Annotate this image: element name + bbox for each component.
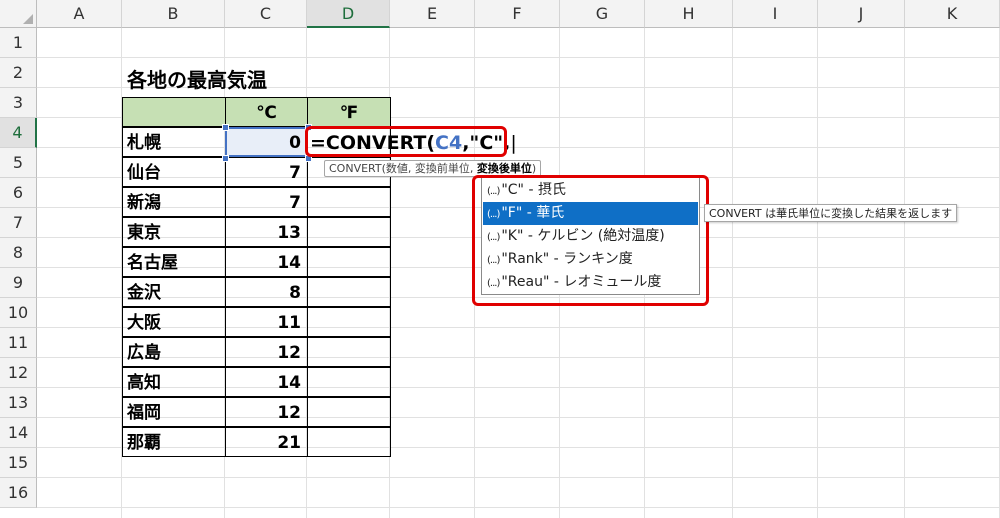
city-cell[interactable]: 広島: [122, 337, 226, 367]
header-cell-celsius[interactable]: ℃: [225, 97, 308, 127]
temp-celsius-cell[interactable]: 7: [225, 187, 308, 217]
row-header-14[interactable]: 14: [0, 418, 37, 448]
gridline-horizontal: [37, 507, 1000, 508]
temp-fahrenheit-cell[interactable]: [307, 247, 391, 277]
temp-fahrenheit-cell[interactable]: [307, 397, 391, 427]
temp-celsius-cell[interactable]: 0: [225, 127, 308, 157]
column-header-h[interactable]: H: [645, 0, 733, 28]
select-all-corner[interactable]: [0, 0, 37, 28]
row-header-2[interactable]: 2: [0, 58, 37, 88]
dropdown-highlight-box: [472, 175, 709, 306]
city-cell[interactable]: 仙台: [122, 157, 226, 187]
row-header-3[interactable]: 3: [0, 88, 37, 118]
temp-celsius-cell[interactable]: 13: [225, 217, 308, 247]
gridline-horizontal: [37, 57, 1000, 58]
row-header-4[interactable]: 4: [0, 118, 37, 148]
temp-fahrenheit-cell[interactable]: [307, 427, 391, 457]
column-header-j[interactable]: J: [818, 0, 905, 28]
selection-handle[interactable]: [222, 124, 229, 131]
temp-fahrenheit-cell[interactable]: [307, 217, 391, 247]
column-header-g[interactable]: G: [560, 0, 645, 28]
gridline-horizontal: [37, 477, 1000, 478]
column-header-c[interactable]: C: [225, 0, 307, 28]
temp-celsius-cell[interactable]: 8: [225, 277, 308, 307]
row-header-8[interactable]: 8: [0, 238, 37, 268]
column-header-a[interactable]: A: [37, 0, 122, 28]
row-header-6[interactable]: 6: [0, 178, 37, 208]
row-header-10[interactable]: 10: [0, 298, 37, 328]
row-header-5[interactable]: 5: [0, 148, 37, 178]
city-cell[interactable]: 金沢: [122, 277, 226, 307]
city-cell[interactable]: 福岡: [122, 397, 226, 427]
row-header-16[interactable]: 16: [0, 478, 37, 508]
row-header-11[interactable]: 11: [0, 328, 37, 358]
row-header-13[interactable]: 13: [0, 388, 37, 418]
selection-handle[interactable]: [222, 155, 229, 162]
temp-celsius-cell[interactable]: 14: [225, 247, 308, 277]
row-header-15[interactable]: 15: [0, 448, 37, 478]
temp-celsius-cell[interactable]: 12: [225, 337, 308, 367]
gridline-vertical: [732, 28, 733, 518]
temp-fahrenheit-cell[interactable]: [307, 337, 391, 367]
city-cell[interactable]: 新潟: [122, 187, 226, 217]
row-header-12[interactable]: 12: [0, 358, 37, 388]
gridline-vertical: [904, 28, 905, 518]
item-description-tooltip: CONVERT は華氏単位に変換した結果を返します: [704, 204, 958, 222]
temp-celsius-cell[interactable]: 14: [225, 367, 308, 397]
temp-fahrenheit-cell[interactable]: [307, 367, 391, 397]
header-cell-b3[interactable]: [122, 97, 226, 127]
column-header-b[interactable]: B: [122, 0, 225, 28]
column-header-f[interactable]: F: [475, 0, 560, 28]
row-header-7[interactable]: 7: [0, 208, 37, 238]
column-header-i[interactable]: I: [733, 0, 818, 28]
temp-celsius-cell[interactable]: 11: [225, 307, 308, 337]
temp-fahrenheit-cell[interactable]: [307, 187, 391, 217]
formula-highlight-box: [305, 126, 507, 157]
city-cell[interactable]: 名古屋: [122, 247, 226, 277]
temp-celsius-cell[interactable]: 21: [225, 427, 308, 457]
row-header-1[interactable]: 1: [0, 28, 37, 58]
header-cell-fahrenheit[interactable]: ℉: [307, 97, 391, 127]
row-header-9[interactable]: 9: [0, 268, 37, 298]
spreadsheet: ABCDEFGHIJK 1 2 3 4 5 6 7 8 9 10 11 12 13 14 15 16 各地の最…: [0, 0, 1000, 518]
temp-fahrenheit-cell[interactable]: [307, 277, 391, 307]
city-cell[interactable]: 大阪: [122, 307, 226, 337]
city-cell[interactable]: 東京: [122, 217, 226, 247]
city-cell[interactable]: 那覇: [122, 427, 226, 457]
city-cell[interactable]: 高知: [122, 367, 226, 397]
temp-fahrenheit-cell[interactable]: [307, 307, 391, 337]
column-header-k[interactable]: K: [905, 0, 1000, 28]
column-header-e[interactable]: E: [390, 0, 475, 28]
gridline-vertical: [817, 28, 818, 518]
temp-celsius-cell[interactable]: 12: [225, 397, 308, 427]
sheet-title[interactable]: 各地の最高気温: [127, 64, 267, 93]
city-cell[interactable]: 札幌: [122, 127, 226, 157]
column-header-d[interactable]: D: [307, 0, 390, 28]
temp-celsius-cell[interactable]: 7: [225, 157, 308, 187]
